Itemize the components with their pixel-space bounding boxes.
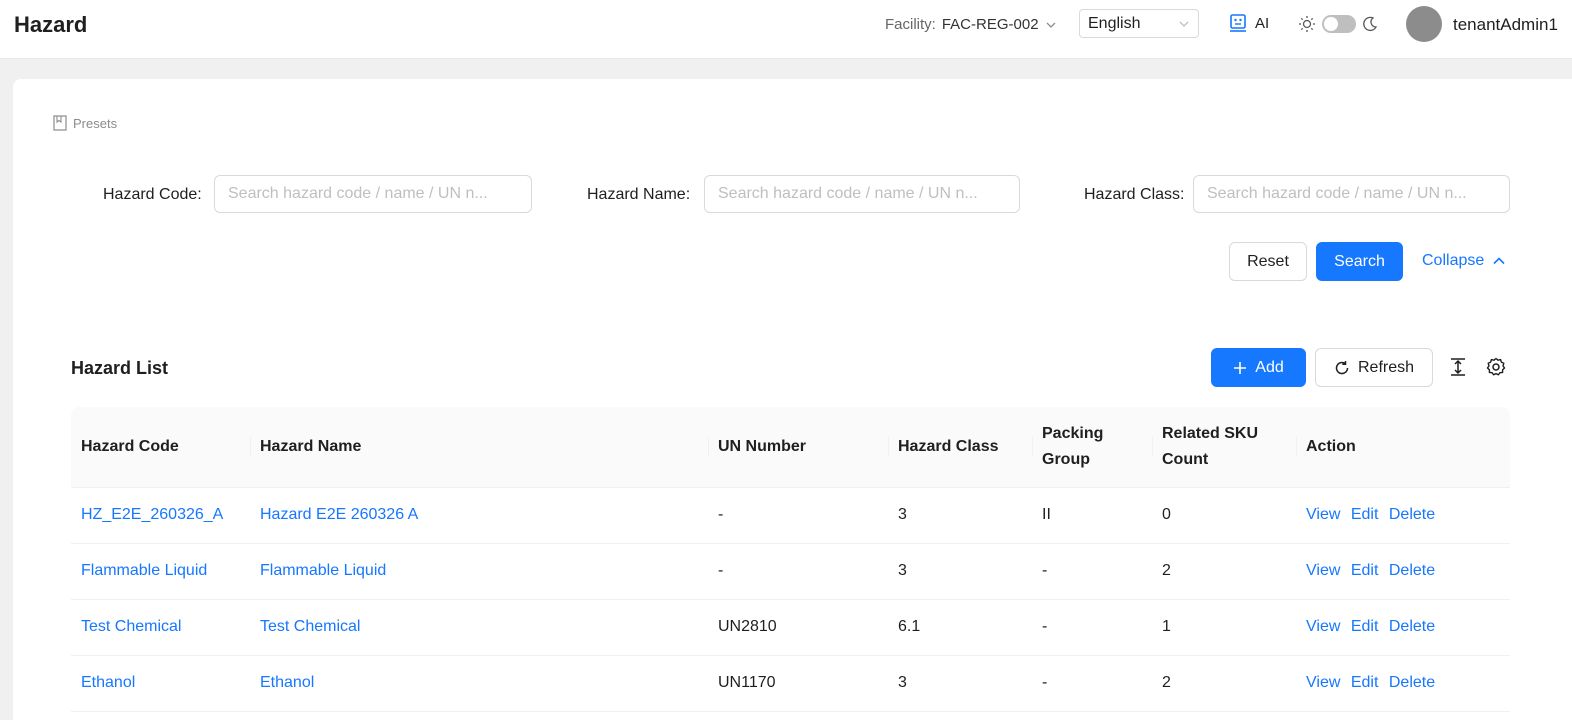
gear-icon[interactable] <box>1486 357 1506 377</box>
sku-count-cell: 2 <box>1152 655 1296 712</box>
edit-link[interactable]: Edit <box>1351 562 1379 579</box>
edit-link[interactable]: Edit <box>1351 618 1379 635</box>
hazard-class-cell: 3 <box>888 487 1032 544</box>
hazard-name-link[interactable]: Ethanol <box>260 674 314 691</box>
packing-group-cell: - <box>1032 543 1152 600</box>
view-link[interactable]: View <box>1306 562 1340 579</box>
hazard-code-label: Hazard Code: <box>103 186 202 203</box>
language-select[interactable]: English <box>1079 9 1199 38</box>
sun-icon <box>1299 16 1315 32</box>
plus-icon <box>1234 361 1247 374</box>
col-hazard-name[interactable]: Hazard Name <box>250 407 708 488</box>
delete-link[interactable]: Delete <box>1389 674 1435 691</box>
moon-icon <box>1363 16 1378 31</box>
hazard-code-link[interactable]: HZ_E2E_260326_A <box>81 506 223 523</box>
hazard-class-cell: 6.1 <box>888 599 1032 656</box>
action-cell: View Edit Delete <box>1296 655 1510 712</box>
table-header-row: Hazard Code Hazard Name UN Number Hazard… <box>71 407 1510 488</box>
presets-label: Presets <box>73 115 118 131</box>
theme-toggle[interactable] <box>1322 15 1356 33</box>
add-button[interactable]: Add <box>1211 348 1306 387</box>
edit-link[interactable]: Edit <box>1351 506 1379 523</box>
hazard-class-cell: 3 <box>888 543 1032 600</box>
facility-label: Facility: <box>885 16 936 33</box>
un-number-cell: UN1170 <box>708 655 888 712</box>
action-cell: View Edit Delete <box>1296 487 1510 544</box>
list-title: Hazard List <box>71 358 169 378</box>
table-row: Flammable Liquid Flammable Liquid - 3 - … <box>71 543 1510 600</box>
username[interactable]: tenantAdmin1 <box>1453 15 1558 35</box>
col-action: Action <box>1296 407 1510 488</box>
top-header: Hazard Facility: FAC-REG-002 English AI <box>0 0 1572 59</box>
sku-count-cell: 1 <box>1152 599 1296 656</box>
ai-button[interactable]: AI <box>1229 13 1269 33</box>
refresh-icon <box>1335 360 1349 374</box>
hazard-name-link[interactable]: Flammable Liquid <box>260 562 386 579</box>
refresh-button[interactable]: Refresh <box>1315 348 1433 387</box>
chevron-down-icon <box>1179 21 1189 27</box>
edit-link[interactable]: Edit <box>1351 674 1379 691</box>
sku-count-cell: 0 <box>1152 487 1296 544</box>
search-button[interactable]: Search <box>1316 242 1403 281</box>
delete-link[interactable]: Delete <box>1389 618 1435 635</box>
table-row: Test Chemical Test Chemical UN2810 6.1 -… <box>71 599 1510 656</box>
hazard-code-link[interactable]: Flammable Liquid <box>81 562 207 579</box>
ai-label: AI <box>1255 14 1270 32</box>
col-related-sku-count[interactable]: Related SKU Count <box>1152 407 1296 488</box>
presets-button[interactable]: Presets <box>53 115 117 131</box>
delete-link[interactable]: Delete <box>1389 506 1435 523</box>
page-title: Hazard <box>14 12 88 37</box>
col-hazard-code[interactable]: Hazard Code <box>71 407 250 488</box>
hazard-code-input[interactable] <box>214 175 532 213</box>
language-value: English <box>1088 14 1141 32</box>
facility-value: FAC-REG-002 <box>941 16 1039 33</box>
col-un-number[interactable]: UN Number <box>708 407 888 488</box>
hazard-name-link[interactable]: Hazard E2E 260326 A <box>260 506 418 523</box>
un-number-cell: - <box>708 543 888 600</box>
view-link[interactable]: View <box>1306 618 1340 635</box>
hazard-name-link[interactable]: Test Chemical <box>260 618 360 635</box>
col-hazard-class[interactable]: Hazard Class <box>888 407 1032 488</box>
avatar[interactable] <box>1406 6 1442 42</box>
col-packing-group[interactable]: Packing Group <box>1032 407 1152 488</box>
main-card: Presets Hazard Code: Hazard Name: Hazard… <box>13 79 1572 720</box>
facility-selector[interactable]: Facility: FAC-REG-002 <box>885 16 1057 33</box>
table-row: HZ_E2E_260326_A Hazard E2E 260326 A - 3 … <box>71 487 1510 544</box>
table-row: Ethanol Ethanol UN1170 3 - 2 View Edit D… <box>71 655 1510 712</box>
reset-button[interactable]: Reset <box>1229 242 1307 281</box>
collapse-button[interactable]: Collapse <box>1422 252 1506 270</box>
hazard-name-input[interactable] <box>704 175 1020 213</box>
delete-link[interactable]: Delete <box>1389 562 1435 579</box>
theme-switch-group <box>1298 15 1378 33</box>
action-cell: View Edit Delete <box>1296 543 1510 600</box>
view-link[interactable]: View <box>1306 506 1340 523</box>
packing-group-cell: - <box>1032 655 1152 712</box>
chevron-down-icon <box>1046 22 1056 28</box>
hazard-class-label: Hazard Class: <box>1084 186 1185 203</box>
add-label: Add <box>1255 358 1284 376</box>
hazard-class-cell: 3 <box>888 655 1032 712</box>
un-number-cell: UN2810 <box>708 599 888 656</box>
hazard-code-link[interactable]: Test Chemical <box>81 618 181 635</box>
packing-group-cell: - <box>1032 599 1152 656</box>
action-cell: View Edit Delete <box>1296 599 1510 656</box>
hazard-table: Hazard Code Hazard Name UN Number Hazard… <box>71 407 1510 712</box>
sku-count-cell: 2 <box>1152 543 1296 600</box>
row-density-icon[interactable] <box>1448 357 1468 377</box>
collapse-label: Collapse <box>1422 252 1485 269</box>
robot-icon <box>1230 14 1246 32</box>
hazard-code-link[interactable]: Ethanol <box>81 674 135 691</box>
refresh-label: Refresh <box>1357 358 1415 376</box>
packing-group-cell: II <box>1032 487 1152 544</box>
un-number-cell: - <box>708 487 888 544</box>
chevron-up-icon <box>1493 257 1505 265</box>
view-link[interactable]: View <box>1306 674 1340 691</box>
hazard-name-label: Hazard Name: <box>587 186 691 203</box>
hazard-class-input[interactable] <box>1193 175 1510 213</box>
bookmark-icon <box>53 115 67 131</box>
